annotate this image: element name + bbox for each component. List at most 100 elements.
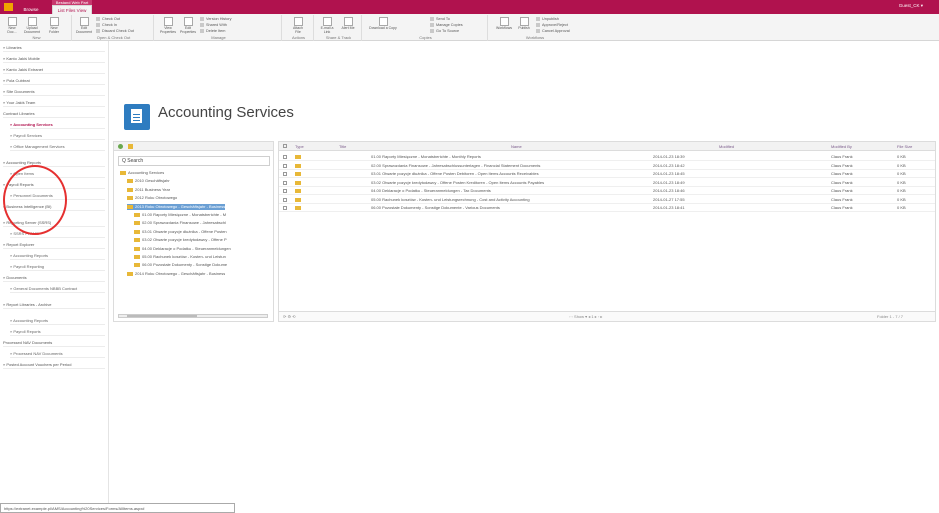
tree-node[interactable]: Accounting Services bbox=[120, 170, 164, 176]
nav-item[interactable]: » Payroll Reporting bbox=[10, 264, 105, 271]
tree-node[interactable]: 02.00 Sprawozdania Finansowe - Jahresabs… bbox=[134, 220, 226, 226]
cell-name[interactable]: 03.02 Otwarte pozycje kredytodawcy - Off… bbox=[371, 180, 544, 185]
tab-list-files-view[interactable]: List Files View bbox=[52, 5, 92, 14]
tree-node[interactable]: 01.00 Raporty Miesięczne - Monatsbericht… bbox=[134, 212, 226, 218]
select-all-checkbox[interactable] bbox=[283, 144, 287, 148]
attach-file-button[interactable]: Attach File bbox=[290, 17, 306, 35]
column-name[interactable]: Name bbox=[511, 144, 522, 149]
version-history-button[interactable]: Version History bbox=[200, 17, 232, 22]
tree-node[interactable]: 2013 Roku Obrotowego - Geschäftsjahr - B… bbox=[127, 203, 226, 210]
cell-name[interactable]: 03.01 Otwarte pozycje dłużnika - Offene … bbox=[371, 171, 539, 176]
cell-name[interactable]: 02.00 Sprawozdania Finansowe - Jahresabs… bbox=[371, 163, 540, 168]
check-in-button[interactable]: Check In bbox=[96, 23, 117, 28]
tree-horizontal-scrollbar[interactable] bbox=[118, 314, 268, 318]
nav-item[interactable]: » Site Documents bbox=[3, 89, 105, 96]
tree-node-label: 2014 Roku Obrotowego - Geschäftsjahr - B… bbox=[135, 270, 226, 276]
nav-item[interactable]: » Payroll Services bbox=[10, 133, 105, 140]
new-folder-button[interactable]: New Folder bbox=[46, 17, 62, 35]
cell-name[interactable]: 05.00 Rachunek kosztów - Kosten- und Lei… bbox=[371, 197, 530, 202]
send-to-button[interactable]: Send To bbox=[430, 17, 450, 22]
download-copy-button[interactable]: Download a Copy bbox=[368, 17, 398, 35]
tree-node[interactable]: 04.00 Deklaracje o Podatku - Steueranmel… bbox=[134, 246, 231, 252]
workflows-button[interactable]: Workflows bbox=[494, 17, 514, 35]
nav-item[interactable]: » Report Explorer bbox=[3, 242, 105, 249]
pager[interactable]: ◦ ◦ Show ▾ ◂ 1 ▸ ◦ ▸ bbox=[569, 314, 602, 319]
nav-item[interactable]: » Accounting Reports bbox=[10, 253, 105, 260]
row-checkbox[interactable] bbox=[283, 172, 287, 176]
delete-item-button[interactable]: Delete Item bbox=[200, 29, 225, 34]
tree-node[interactable]: 2012 Roku Obrotowego bbox=[127, 195, 177, 201]
nav-item[interactable]: » Processed NAV Documents bbox=[10, 351, 105, 358]
nav-item[interactable]: Contract Libraries bbox=[3, 111, 105, 118]
tree-node[interactable]: 03.01 Otwarte pozycje dłużnika - Offene … bbox=[134, 229, 227, 235]
cell-name[interactable]: 01.00 Raporty Miesięczne - Monatsbericht… bbox=[371, 154, 481, 159]
nav-item[interactable]: » Your Jakiś Team bbox=[3, 100, 105, 107]
nav-item[interactable]: » Posted Account Vouchers per Period bbox=[3, 362, 105, 369]
upload-document-button[interactable]: Upload Document bbox=[24, 17, 40, 35]
cell-name[interactable]: 04.00 Deklaracje o Podatku - Steueranmel… bbox=[371, 188, 491, 193]
row-checkbox[interactable] bbox=[283, 163, 287, 168]
check-out-button[interactable]: Check Out bbox=[96, 17, 120, 22]
alert-me-button[interactable]: Alert Me bbox=[340, 17, 356, 35]
column-type[interactable]: Type bbox=[295, 144, 304, 149]
table-row[interactable]: 02.00 Sprawozdania Finansowe - Jahresabs… bbox=[279, 162, 935, 170]
nav-item[interactable]: » General Documents NBBB Contract bbox=[10, 286, 105, 293]
tree-search-input[interactable]: Q Search bbox=[118, 156, 270, 166]
tree-node[interactable]: 2014 Roku Obrotowego - Geschäftsjahr - B… bbox=[127, 271, 225, 277]
nav-item[interactable]: » Accounting Services bbox=[10, 122, 105, 129]
grid-footer-tools-icon[interactable]: ⟳ ⚙ ⟲ bbox=[283, 314, 296, 319]
email-link-button[interactable]: E-mail a Link bbox=[319, 17, 335, 35]
tab-browse[interactable]: Browse bbox=[18, 6, 44, 14]
nav-item[interactable]: » Documents bbox=[3, 275, 105, 282]
view-properties-button[interactable]: View Properties bbox=[160, 17, 176, 35]
row-checkbox[interactable] bbox=[283, 197, 287, 202]
tree-node[interactable]: 2010 Geschäftsjahr bbox=[127, 178, 170, 184]
sharepoint-logo-icon[interactable] bbox=[4, 3, 13, 11]
row-checkbox[interactable] bbox=[283, 206, 287, 210]
tree-node[interactable]: 03.02 Otwarte pozycje kredytodawcy - Off… bbox=[134, 237, 227, 243]
discard-check-out-button[interactable]: Discard Check Out bbox=[96, 29, 134, 34]
edit-properties-button[interactable]: Edit Properties bbox=[180, 17, 196, 35]
go-to-source-button[interactable]: Go To Source bbox=[430, 29, 459, 34]
scrollbar-thumb[interactable] bbox=[127, 315, 197, 317]
nav-item[interactable]: » Kanto Jakiś Extranet bbox=[3, 67, 105, 74]
row-checkbox[interactable] bbox=[283, 189, 287, 193]
tree-node[interactable]: 05.00 Rachunek kosztów - Kosten- und Lei… bbox=[134, 254, 226, 260]
column-file-size[interactable]: File Size bbox=[897, 144, 912, 149]
nav-item[interactable]: Processed NAV Documents bbox=[3, 340, 105, 347]
nav-item[interactable]: » Accounting Reports bbox=[10, 318, 105, 325]
new-document-button[interactable]: New Doc... bbox=[4, 17, 20, 35]
nav-item[interactable]: » Kanto Jakiś Mobile bbox=[3, 56, 105, 63]
table-row[interactable]: 06.00 Pozostałe Dokumenty - Sonstige Dok… bbox=[279, 204, 935, 212]
add-folder-icon[interactable] bbox=[118, 144, 123, 149]
row-checkbox[interactable] bbox=[283, 155, 287, 159]
approve-reject-button[interactable]: Approve/Reject bbox=[536, 23, 568, 28]
edit-document-button[interactable]: Edit Document bbox=[76, 17, 92, 35]
column-modified-by[interactable]: Modified By bbox=[831, 144, 852, 149]
table-row[interactable]: 01.00 Raporty Miesięczne - Monatsbericht… bbox=[279, 153, 935, 161]
tree-node[interactable]: 06.00 Pozostałe Dokumenty - Sonstige Dok… bbox=[134, 262, 227, 268]
nav-item[interactable]: » Office Management Services bbox=[10, 144, 105, 151]
manage-copies-button[interactable]: Manage Copies bbox=[430, 23, 463, 28]
unpublish-button[interactable]: Unpublish bbox=[536, 17, 559, 22]
shared-with-button[interactable]: Shared With bbox=[200, 23, 227, 28]
tree-node[interactable]: 2011 Business Year bbox=[127, 187, 170, 193]
nav-item[interactable]: » Pola Cubbrat bbox=[3, 78, 105, 85]
table-row[interactable]: 03.01 Otwarte pozycje dłużnika - Offene … bbox=[279, 170, 935, 178]
refresh-icon[interactable] bbox=[128, 144, 133, 149]
publish-button[interactable]: Publish bbox=[516, 17, 532, 35]
shared-with-icon bbox=[200, 23, 204, 27]
table-row[interactable]: 05.00 Rachunek kosztów - Kosten- und Lei… bbox=[279, 196, 935, 204]
row-checkbox[interactable] bbox=[283, 180, 287, 185]
column-modified[interactable]: Modified bbox=[719, 144, 734, 149]
nav-item[interactable]: » Payroll Reports bbox=[10, 329, 105, 336]
cancel-approval-button[interactable]: Cancel Approval bbox=[536, 29, 570, 34]
cell-name[interactable]: 06.00 Pozostałe Dokumenty - Sonstige Dok… bbox=[371, 205, 500, 210]
table-row[interactable]: 04.00 Deklaracje o Podatku - Steueranmel… bbox=[279, 187, 935, 195]
nav-item[interactable]: » Accounting Reports bbox=[3, 160, 105, 167]
nav-item[interactable]: » Libraries bbox=[3, 45, 105, 52]
nav-item[interactable]: » Report Libraries - Archive bbox=[3, 302, 105, 309]
user-menu[interactable]: Guest_CK ▾ bbox=[899, 3, 923, 9]
table-row[interactable]: 03.02 Otwarte pozycje kredytodawcy - Off… bbox=[279, 179, 935, 187]
column-title[interactable]: Title bbox=[339, 144, 346, 149]
